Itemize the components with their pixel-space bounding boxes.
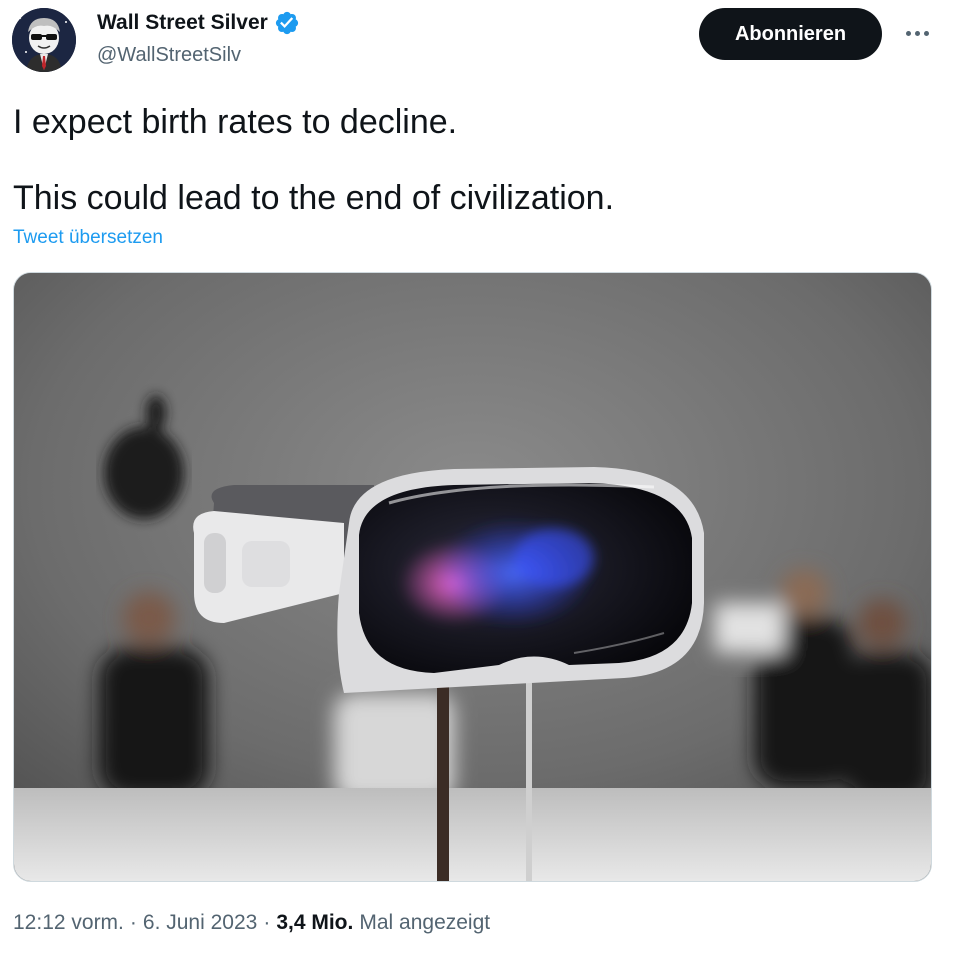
more-options-icon[interactable] — [900, 18, 934, 48]
author-name[interactable]: Wall Street Silver — [97, 11, 268, 35]
subscribe-button[interactable]: Abonnieren — [699, 8, 882, 60]
tweet-text-line: This could lead to the end of civilizati… — [13, 179, 615, 217]
author-handle[interactable]: @WallStreetSilv — [97, 44, 241, 67]
tweet-meta: 12:12 vorm. · 6. Juni 2023 · 3,4 Mio. Ma… — [13, 911, 490, 935]
tweet-text-line: I expect birth rates to decline. — [13, 103, 458, 141]
vr-headset-photo — [14, 273, 931, 881]
tweet-media-image[interactable] — [13, 272, 932, 882]
avatar-image — [12, 8, 76, 72]
view-count[interactable]: 3,4 Mio. — [276, 911, 353, 935]
dot — [905, 30, 911, 36]
meta-separator: · — [263, 911, 271, 934]
verified-badge-icon — [274, 10, 300, 36]
meta-separator: · — [129, 911, 137, 934]
tweet-date[interactable]: 6. Juni 2023 — [143, 911, 257, 935]
view-count-label: Mal angezeigt — [359, 911, 491, 934]
tweet-time[interactable]: 12:12 vorm. — [13, 911, 124, 935]
dot — [914, 30, 920, 36]
translate-tweet-link[interactable]: Tweet übersetzen — [13, 227, 163, 249]
dot — [923, 30, 929, 36]
author-name-row[interactable]: Wall Street Silver — [97, 10, 300, 36]
avatar[interactable] — [12, 8, 76, 72]
